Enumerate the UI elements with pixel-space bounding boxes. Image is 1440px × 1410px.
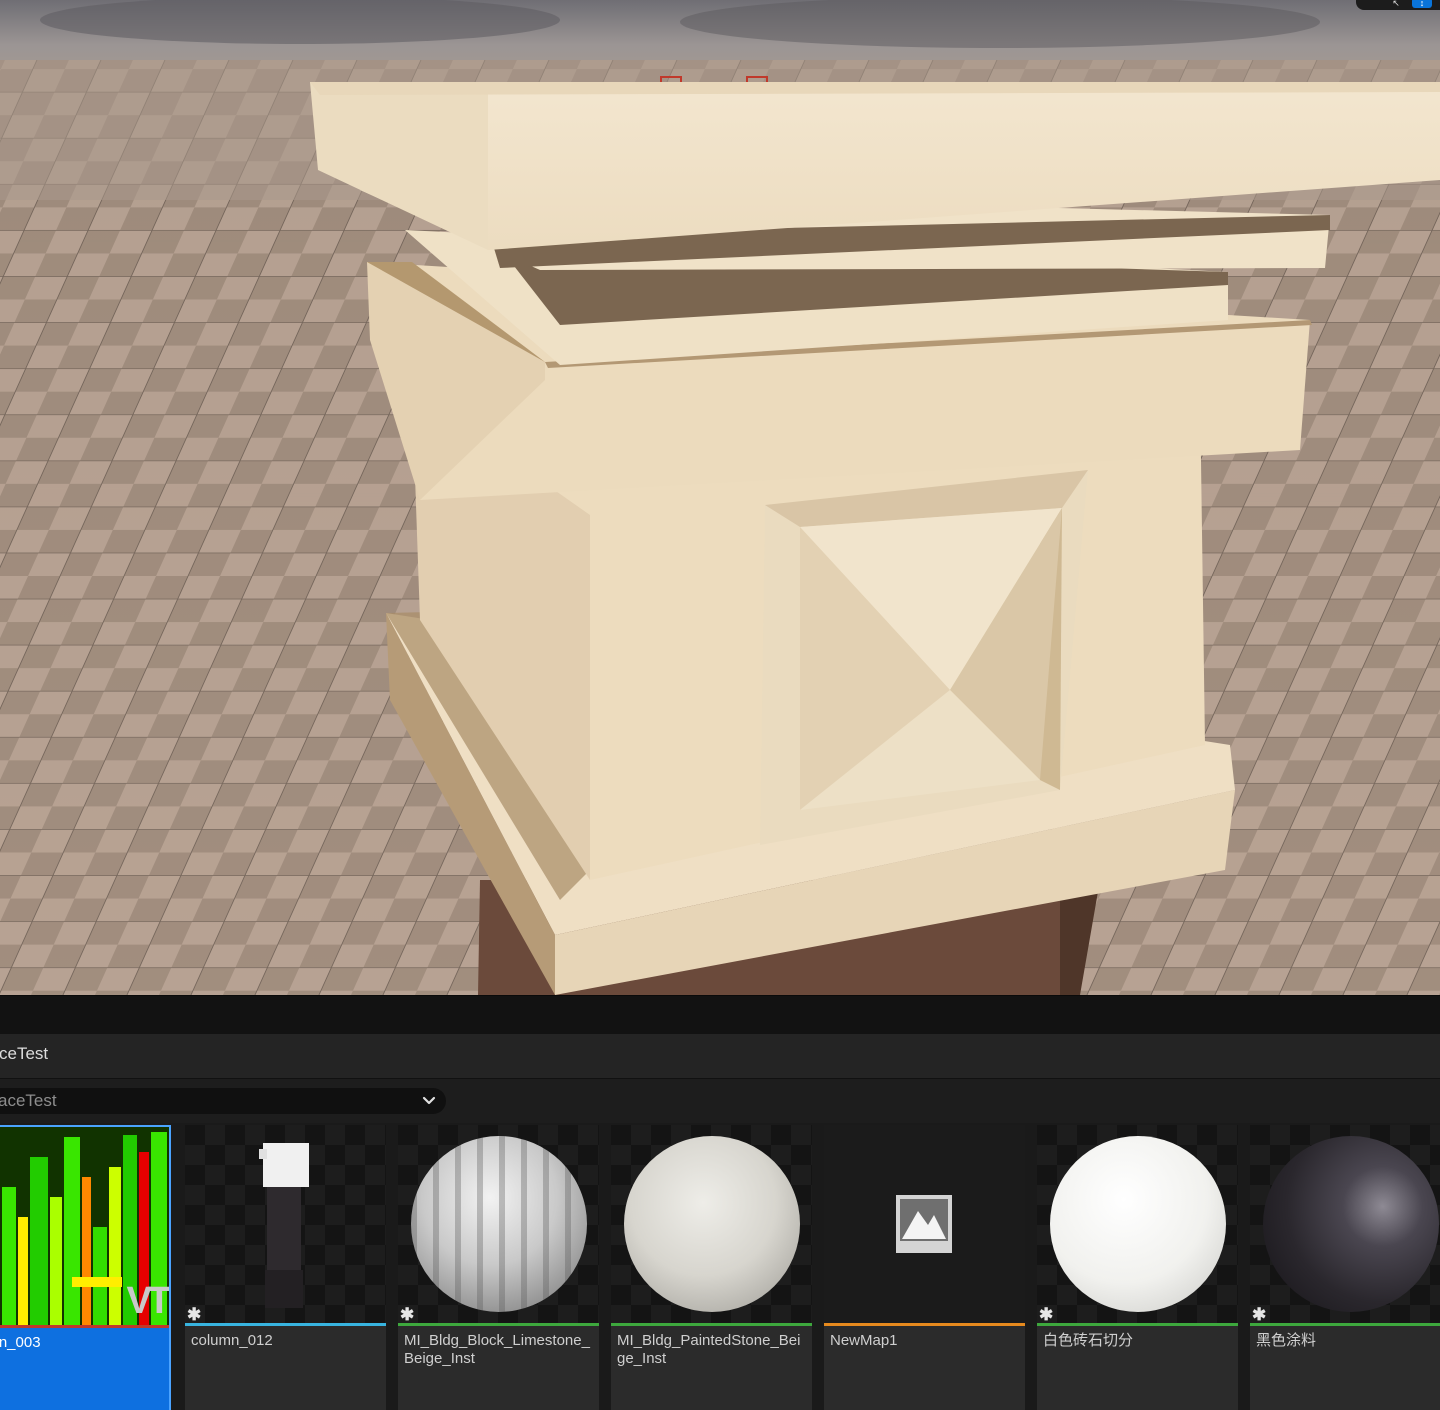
asset-type-bar (0, 1325, 169, 1328)
asset-name: 黑色涂料 (1256, 1332, 1317, 1349)
asset-thumbnail: ✱ (398, 1125, 599, 1323)
viewport-scene (0, 0, 1440, 995)
breadcrumb[interactable]: ceTest (0, 1044, 48, 1064)
asset-tile[interactable]: ✱ 白色砖石切分 (1037, 1125, 1238, 1410)
unsaved-icon: ✱ (187, 1305, 202, 1323)
folder-dropdown-value: aceTest (0, 1091, 57, 1110)
asset-type-bar (185, 1323, 386, 1326)
folder-dropdown[interactable]: aceTest (0, 1088, 446, 1114)
asset-grid: VT umn_003 ✱ column_012 ✱ MI_Bldg_Block_… (0, 1123, 1440, 1410)
selection-gizmo[interactable] (660, 76, 770, 84)
asset-thumbnail: ✱ (1037, 1125, 1238, 1323)
material-sphere-icon (411, 1136, 587, 1312)
asset-tile[interactable]: ✱ 黑色涂料 (1250, 1125, 1440, 1410)
asset-thumbnail (824, 1125, 1025, 1323)
asset-name: MI_Bldg_Block_Limestone_Beige_Inst (404, 1332, 590, 1367)
unsaved-icon: ✱ (1252, 1305, 1267, 1323)
content-browser-filter-row: aceTest (0, 1079, 1440, 1123)
asset-type-bar (611, 1323, 812, 1326)
asset-name: umn_003 (0, 1334, 41, 1351)
asset-tile[interactable]: ✱ MI_Bldg_Block_Limestone_Beige_Inst (398, 1125, 599, 1410)
asset-name: 白色砖石切分 (1043, 1332, 1134, 1349)
asset-tile[interactable]: MI_Bldg_PaintedStone_Beige_Inst (611, 1125, 812, 1410)
static-mesh-icon (259, 1143, 309, 1308)
asset-thumbnail: VT (0, 1127, 169, 1325)
asset-type-bar (398, 1323, 599, 1326)
vt-badge: VT (126, 1280, 169, 1322)
asset-thumbnail (611, 1125, 812, 1323)
material-sphere-icon (1263, 1136, 1439, 1312)
asset-tile[interactable]: ✱ column_012 (185, 1125, 386, 1410)
asset-name: NewMap1 (830, 1332, 898, 1349)
asset-tile[interactable]: NewMap1 (824, 1125, 1025, 1410)
gizmo-marker[interactable] (660, 76, 682, 82)
asset-type-bar (1037, 1323, 1238, 1326)
level-viewport[interactable]: ↖ ↕ (0, 0, 1440, 995)
asset-thumbnail: ✱ (185, 1125, 386, 1323)
material-sphere-icon (1050, 1136, 1226, 1312)
select-mode-icon[interactable]: ↖ (1386, 0, 1406, 8)
chevron-down-icon (422, 1096, 436, 1105)
asset-name: MI_Bldg_PaintedStone_Beige_Inst (617, 1332, 801, 1367)
gizmo-marker[interactable] (746, 76, 768, 82)
asset-thumbnail: ✱ (1250, 1125, 1440, 1323)
asset-type-bar (824, 1323, 1025, 1326)
panel-tab-strip (0, 995, 1440, 1034)
asset-tile[interactable]: VT umn_003 (0, 1125, 171, 1410)
content-browser-path-bar: ceTest (0, 1034, 1440, 1079)
asset-type-bar (1250, 1323, 1440, 1326)
translate-mode-icon[interactable]: ↕ (1412, 0, 1432, 8)
asset-name: column_012 (191, 1332, 273, 1349)
unsaved-icon: ✱ (1039, 1305, 1054, 1323)
unsaved-icon: ✱ (400, 1305, 415, 1323)
map-icon (896, 1195, 952, 1253)
viewport-toolbar: ↖ ↕ (1356, 0, 1440, 10)
material-sphere-icon (624, 1136, 800, 1312)
